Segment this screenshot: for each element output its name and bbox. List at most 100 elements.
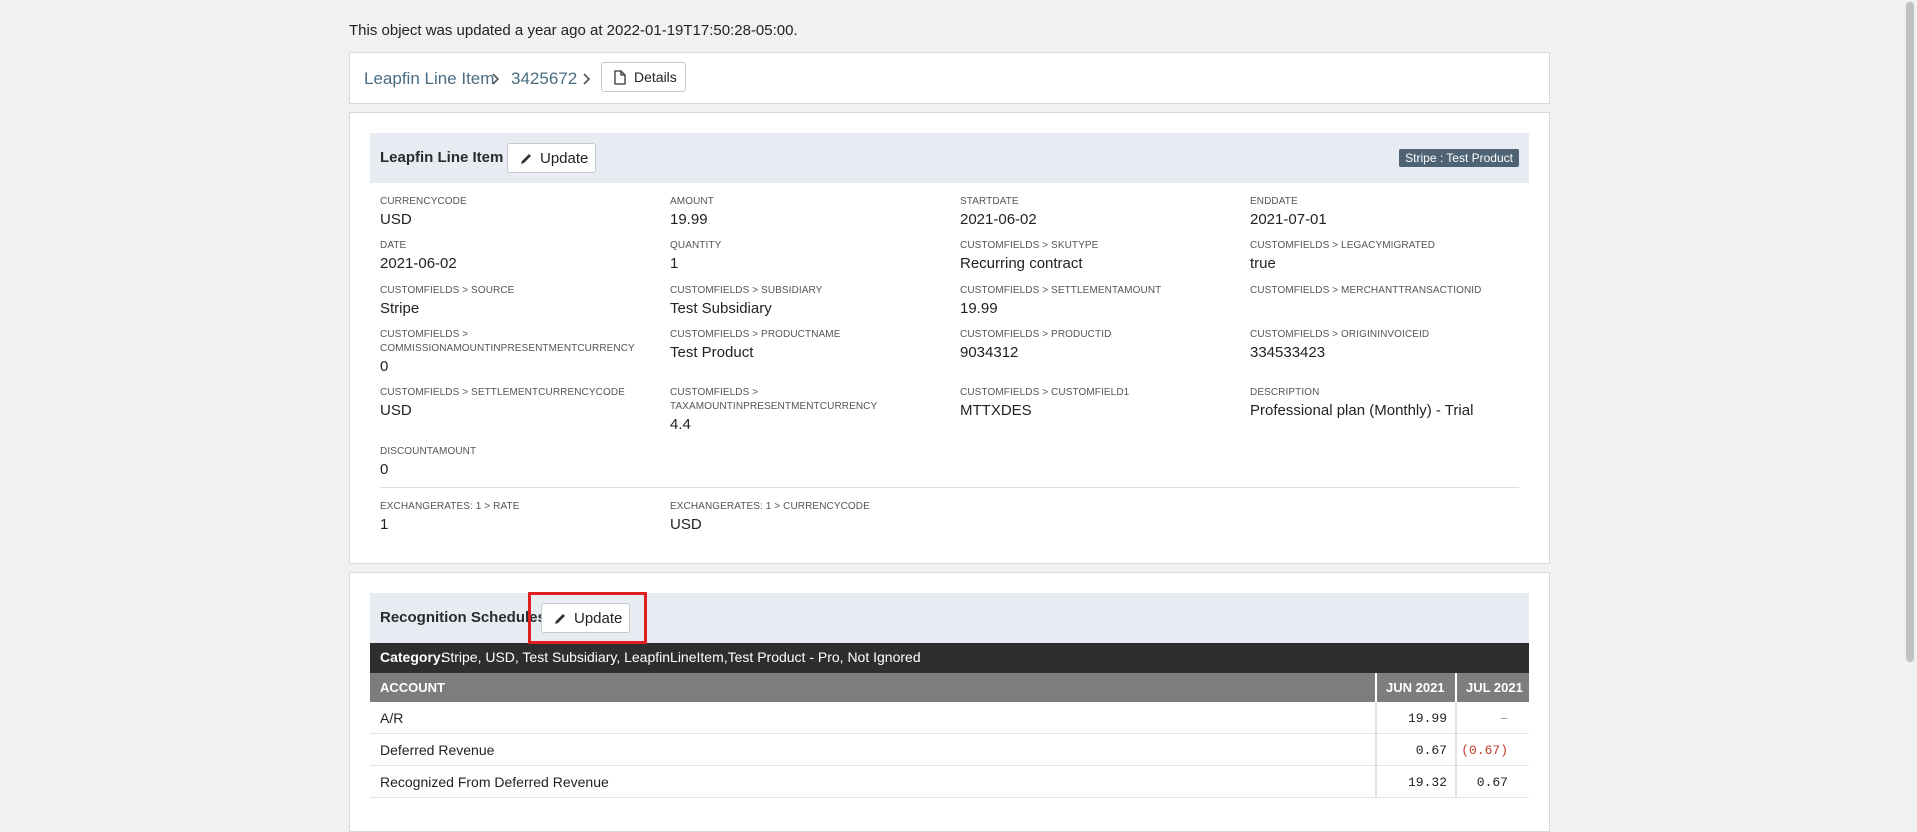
field-value: 334533423 [1250,344,1326,361]
field-value: 19.99 [670,211,708,228]
table-row: A/R 19.99 – [370,702,1529,734]
field-currencycode: CURRENCYCODE USD [380,195,650,228]
field-taxamount: CUSTOMFIELDS > TAXAMOUNTINPRESENTMENTCUR… [670,386,890,433]
field-discountamount: DISCOUNTAMOUNT 0 [380,445,650,478]
field-label: EXCHANGERATES: 1 > CURRENCYCODE [670,501,870,512]
page-scrollbar[interactable] [1903,0,1917,819]
recognition-title: Recognition Schedules [380,609,546,626]
field-value: 2021-07-01 [1250,211,1327,228]
field-legacymigrated: CUSTOMFIELDS > LEGACYMIGRATED true [1250,239,1520,272]
field-value: MTTXDES [960,402,1032,419]
row-account: Recognized From Deferred Revenue [380,774,609,790]
details-button-label: Details [634,69,677,85]
field-label: CUSTOMFIELDS > SETTLEMENTAMOUNT [960,285,1162,296]
field-value: Test Subsidiary [670,300,772,317]
table-row: Deferred Revenue 0.67 (0.67) [370,734,1529,766]
field-value: 19.99 [960,300,998,317]
field-value: 1 [670,255,679,272]
schedule-table-header: ACCOUNT JUN 2021 JUL 2021 [370,673,1529,702]
field-label: QUANTITY [670,240,722,251]
field-value: Test Product [670,344,754,361]
details-button[interactable]: Details [601,62,686,92]
scrollbar-thumb[interactable] [1906,2,1914,662]
field-value: 9034312 [960,344,1019,361]
section-divider [380,487,1519,488]
field-subsidiary: CUSTOMFIELDS > SUBSIDIARY Test Subsidiary [670,284,940,317]
field-label: CURRENCYCODE [380,196,467,207]
field-value: 0 [380,461,389,478]
field-enddate: ENDDATE 2021-07-01 [1250,195,1520,228]
field-label: CUSTOMFIELDS > COMMISSIONAMOUNTINPRESENT… [380,329,635,354]
line-item-title: Leapfin Line Item [380,149,504,166]
field-label: CUSTOMFIELDS > LEGACYMIGRATED [1250,240,1436,251]
row-jul-value: 0.67 [1476,775,1508,790]
field-value: USD [380,402,412,419]
field-productid: CUSTOMFIELDS > PRODUCTID 9034312 [960,328,1230,361]
field-settlementcurrencycode: CUSTOMFIELDS > SETTLEMENTCURRENCYCODE USD [380,386,650,419]
category-value: Stripe, USD, Test Subsidiary, LeapfinLin… [441,649,921,665]
updated-note-text: This object was updated a year ago at 20… [349,22,798,39]
field-date: DATE 2021-06-02 [380,239,650,272]
field-origininvoiceid: CUSTOMFIELDS > ORIGININVOICEID 334533423 [1250,328,1520,361]
field-skutype: CUSTOMFIELDS > SKUTYPE Recurring contract [960,239,1230,272]
field-value: Recurring contract [960,255,1083,272]
field-productname: CUSTOMFIELDS > PRODUCTNAME Test Product [670,328,940,361]
field-label: CUSTOMFIELDS > SOURCE [380,285,515,296]
breadcrumb-link-line-item[interactable]: Leapfin Line Item [364,69,494,89]
field-label: CUSTOMFIELDS > TAXAMOUNTINPRESENTMENTCUR… [670,387,878,412]
field-value: Stripe [380,300,420,317]
field-value: true [1250,255,1276,272]
field-commissionamount: CUSTOMFIELDS > COMMISSIONAMOUNTINPRESENT… [380,328,640,375]
column-divider [1375,673,1377,702]
field-label: CUSTOMFIELDS > ORIGININVOICEID [1250,329,1430,340]
field-description: DESCRIPTION Professional plan (Monthly) -… [1250,386,1520,419]
source-badge: Stripe : Test Product [1399,149,1519,167]
field-source: CUSTOMFIELDS > SOURCE Stripe [380,284,650,317]
field-label: CUSTOMFIELDS > MERCHANTTRANSACTIONID [1250,285,1482,296]
highlight-box [528,592,647,644]
field-value: 1 [380,516,389,533]
category-bar: Category: Stripe, USD, Test Subsidiary, … [370,643,1529,673]
field-label: CUSTOMFIELDS > PRODUCTID [960,329,1112,340]
chevron-right-icon [492,73,500,85]
field-exchangerate-currencycode: EXCHANGERATES: 1 > CURRENCYCODE USD [670,500,940,533]
field-label: CUSTOMFIELDS > PRODUCTNAME [670,329,841,340]
chevron-right-icon [583,73,591,85]
field-exchangerate-rate: EXCHANGERATES: 1 > RATE 1 [380,500,650,533]
breadcrumb-link-id[interactable]: 3425672 [511,69,577,89]
field-amount: AMOUNT 19.99 [670,195,940,228]
row-account: A/R [380,710,404,726]
document-icon [614,70,626,85]
line-item-panel: Leapfin Line Item Update Stripe : Test P… [349,112,1550,564]
field-quantity: QUANTITY 1 [670,239,940,272]
field-merchanttransactionid: CUSTOMFIELDS > MERCHANTTRANSACTIONID [1250,284,1520,300]
field-label: EXCHANGERATES: 1 > RATE [380,501,520,512]
field-value: 4.4 [670,416,691,433]
column-header-account: ACCOUNT [380,680,445,695]
column-divider [1455,673,1457,702]
field-customfield1: CUSTOMFIELDS > CUSTOMFIELD1 MTTXDES [960,386,1230,419]
field-value: 2021-06-02 [960,211,1037,228]
field-label: ENDDATE [1250,196,1298,207]
row-jul-value: (0.67) [1461,743,1508,758]
table-row: Recognized From Deferred Revenue 19.32 0… [370,766,1529,798]
column-header-jun-2021: JUN 2021 [1386,680,1445,695]
field-value: USD [380,211,412,228]
field-label: CUSTOMFIELDS > CUSTOMFIELD1 [960,387,1130,398]
field-value: 0 [380,358,389,375]
category-key: Category: [380,649,446,665]
line-item-update-button[interactable]: Update [507,143,596,173]
row-account: Deferred Revenue [380,742,495,758]
row-jul-value: – [1500,711,1508,726]
pencil-icon [521,154,531,164]
field-value: 2021-06-02 [380,255,457,272]
field-label: DATE [380,240,407,251]
field-label: CUSTOMFIELDS > SUBSIDIARY [670,285,823,296]
field-label: DISCOUNTAMOUNT [380,446,477,457]
breadcrumb: Leapfin Line Item 3425672 Details [349,52,1550,104]
field-value: Professional plan (Monthly) - Trial [1250,402,1474,419]
updated-note: This object was updated a year ago at 20… [349,22,798,39]
field-label: STARTDATE [960,196,1019,207]
field-label: AMOUNT [670,196,714,207]
field-label: DESCRIPTION [1250,387,1320,398]
